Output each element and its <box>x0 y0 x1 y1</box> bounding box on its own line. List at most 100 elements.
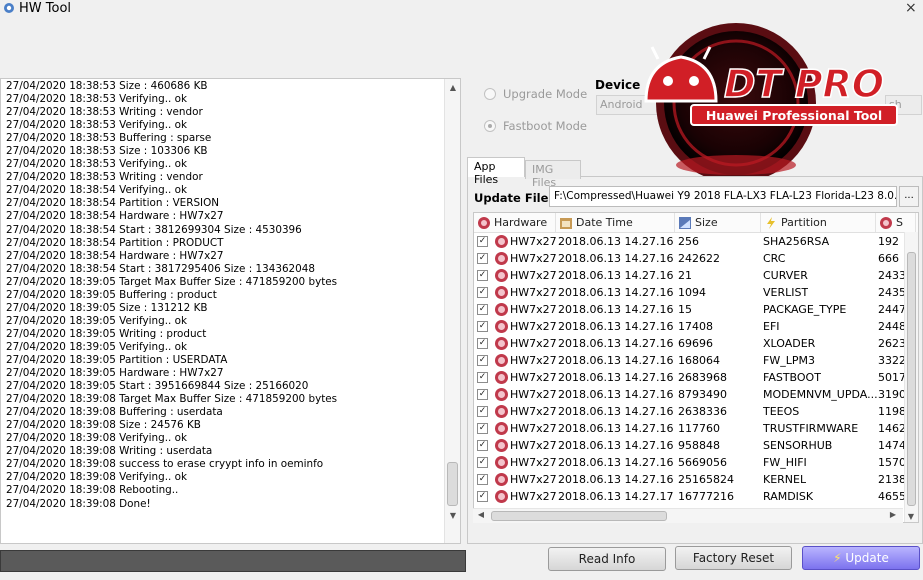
table-row[interactable]: ✓ HW7x27 2018.06.13 14.27.16 5669056 FW_HIFI… <box>474 454 906 471</box>
scroll-down-icon[interactable]: ▼ <box>445 511 460 520</box>
table-cell: SENSORHUB <box>763 439 833 452</box>
table-cell: 2433 <box>878 269 906 282</box>
table-row[interactable]: ✓ HW7x27 2018.06.13 14.27.16 8793490 MODEMNV… <box>474 386 906 403</box>
table-cell: VERLIST <box>763 286 809 299</box>
row-checkbox[interactable]: ✓ <box>477 457 488 468</box>
table-cell: HW7x27 <box>510 286 557 299</box>
table-cell: FASTBOOT <box>763 371 821 384</box>
table-horizontal-scrollbar[interactable]: ◀ ▶ <box>473 508 903 523</box>
table-cell: HW7x27 <box>510 456 557 469</box>
log-scrollbar[interactable]: ▲ ▼ <box>444 79 460 543</box>
table-row[interactable]: ✓ HW7x27 2018.06.13 14.27.16 15 PACKAGE_TYPE… <box>474 301 906 318</box>
table-cell: FW_LPM3 <box>763 354 815 367</box>
table-row[interactable]: ✓ HW7x27 2018.06.13 14.27.16 168064 FW_LPM3 3… <box>474 352 906 369</box>
table-row[interactable]: ✓ HW7x27 2018.06.13 14.27.16 17408 EFI 2448 <box>474 318 906 335</box>
update-file-path-field[interactable]: F:\Compressed\Huawei Y9 2018 FLA-LX3 FLA… <box>549 186 897 207</box>
scroll-right-icon[interactable]: ▶ <box>887 510 899 519</box>
row-checkbox[interactable]: ✓ <box>477 304 488 315</box>
row-checkbox[interactable]: ✓ <box>477 372 488 383</box>
table-cell: EFI <box>763 320 780 333</box>
device-label: Device <box>595 78 641 92</box>
log-line: 27/04/2020 18:38:53 Verifying.. ok <box>6 93 187 106</box>
table-row[interactable]: ✓ HW7x27 2018.06.13 14.27.16 958848 SENSORHU… <box>474 437 906 454</box>
column-header-date-time[interactable]: Date Time <box>556 213 675 232</box>
tab-img-files[interactable]: IMG Files <box>525 160 581 189</box>
table-row[interactable]: ✓ HW7x27 2018.06.13 14.27.16 69696 XLOADER 26… <box>474 335 906 352</box>
table-cell: 2018.06.13 14.27.17 <box>558 490 674 503</box>
table-vertical-scrollbar[interactable]: ▼ <box>904 232 918 522</box>
table-row[interactable]: ✓ HW7x27 2018.06.13 14.27.16 2638336 TEEOS 11… <box>474 403 906 420</box>
column-header-s[interactable]: S <box>876 213 916 232</box>
table-cell: KERNEL <box>763 473 807 486</box>
table-cell: PACKAGE_TYPE <box>763 303 847 316</box>
row-checkbox[interactable]: ✓ <box>477 321 488 332</box>
hardware-icon <box>495 337 508 350</box>
hardware-icon <box>495 235 508 248</box>
row-checkbox[interactable]: ✓ <box>477 389 488 400</box>
update-button[interactable]: ⚡ Update <box>802 546 920 570</box>
factory-reset-button[interactable]: Factory Reset <box>675 546 792 570</box>
row-checkbox[interactable]: ✓ <box>477 270 488 281</box>
log-line: 27/04/2020 18:39:05 Start : 3951669844 S… <box>6 380 309 393</box>
row-checkbox[interactable]: ✓ <box>477 406 488 417</box>
row-checkbox[interactable]: ✓ <box>477 474 488 485</box>
row-checkbox[interactable]: ✓ <box>477 287 488 298</box>
fastboot-mode-label: Fastboot Mode <box>503 119 587 133</box>
row-checkbox[interactable]: ✓ <box>477 440 488 451</box>
fastboot-mode-radio[interactable] <box>484 120 496 132</box>
hardware-icon <box>495 456 508 469</box>
scroll-up-icon[interactable]: ▲ <box>445 83 460 92</box>
table-row[interactable]: ✓ HW7x27 2018.06.13 14.27.16 256 SHA256RSA 19… <box>474 233 904 250</box>
log-line: 27/04/2020 18:39:08 Buffering : userdata <box>6 406 223 419</box>
table-row[interactable]: ✓ HW7x27 2018.06.13 14.27.17 16777216 RAMDIS… <box>474 488 906 505</box>
column-header-size[interactable]: Size <box>675 213 761 232</box>
table-cell: 2018.06.13 14.27.16 <box>558 252 674 265</box>
table-cell: MODEMNVM_UPDA... <box>763 388 878 401</box>
tab-app-files[interactable]: App Files <box>467 157 525 186</box>
scroll-left-icon[interactable]: ◀ <box>475 510 487 519</box>
table-cell: 2018.06.13 14.27.16 <box>558 320 674 333</box>
partition-table[interactable]: Hardware Date Time Size Partition S ✓ HW7… <box>473 212 919 523</box>
table-row[interactable]: ✓ HW7x27 2018.06.13 14.27.16 25165824 KERNEL… <box>474 471 906 488</box>
table-row[interactable]: ✓ HW7x27 2018.06.13 14.27.16 21 CURVER 2433 <box>474 267 906 284</box>
table-cell: HW7x27 <box>510 422 557 435</box>
table-cell: 2018.06.13 14.27.16 <box>558 473 674 486</box>
close-icon[interactable]: × <box>905 0 917 16</box>
row-checkbox[interactable]: ✓ <box>477 236 488 247</box>
upgrade-mode-radio[interactable] <box>484 88 496 100</box>
table-header: Hardware Date Time Size Partition S <box>474 213 918 233</box>
table-row[interactable]: ✓ HW7x27 2018.06.13 14.27.16 117760 TRUSTFIR… <box>474 420 906 437</box>
table-cell: 1462 <box>878 422 906 435</box>
hardware-icon <box>495 405 508 418</box>
table-cell: 2018.06.13 14.27.16 <box>558 269 674 282</box>
table-cell: HW7x27 <box>510 405 557 418</box>
column-header-partition[interactable]: Partition <box>761 213 876 232</box>
table-scroll-thumb[interactable] <box>907 252 916 506</box>
log-scroll-thumb[interactable] <box>447 462 458 506</box>
row-checkbox[interactable]: ✓ <box>477 355 488 366</box>
row-checkbox[interactable]: ✓ <box>477 423 488 434</box>
table-cell: HW7x27 <box>510 490 557 503</box>
hardware-icon <box>495 252 508 265</box>
table-row[interactable]: ✓ HW7x27 2018.06.13 14.27.16 1094 VERLIST 243… <box>474 284 906 301</box>
table-cell: 25165824 <box>678 473 734 486</box>
browse-button[interactable]: ... <box>899 186 919 207</box>
log-panel[interactable]: 27/04/2020 18:38:53 Size : 460686 KB 27/0… <box>0 78 461 544</box>
read-info-button[interactable]: Read Info <box>548 547 666 571</box>
log-line: 27/04/2020 18:39:05 Writing : product <box>6 327 207 340</box>
table-cell: 2448 <box>878 320 906 333</box>
table-cell: 16777216 <box>678 490 734 503</box>
row-checkbox[interactable]: ✓ <box>477 338 488 349</box>
table-row[interactable]: ✓ HW7x27 2018.06.13 14.27.16 2683968 FASTBOO… <box>474 369 906 386</box>
log-line: 27/04/2020 18:38:53 Buffering : sparse <box>6 132 212 145</box>
log-line: 27/04/2020 18:39:05 Size : 131212 KB <box>6 301 208 314</box>
table-row[interactable]: ✓ HW7x27 2018.06.13 14.27.16 242622 CRC 666 <box>474 250 904 267</box>
table-hscroll-thumb[interactable] <box>491 511 667 521</box>
table-cell: 958848 <box>678 439 720 452</box>
log-line: 27/04/2020 18:38:53 Writing : vendor <box>6 106 203 119</box>
scroll-down-icon[interactable]: ▼ <box>904 512 918 521</box>
row-checkbox[interactable]: ✓ <box>477 491 488 502</box>
column-header-hardware[interactable]: Hardware <box>474 213 556 232</box>
row-checkbox[interactable]: ✓ <box>477 253 488 264</box>
hardware-icon <box>495 303 508 316</box>
